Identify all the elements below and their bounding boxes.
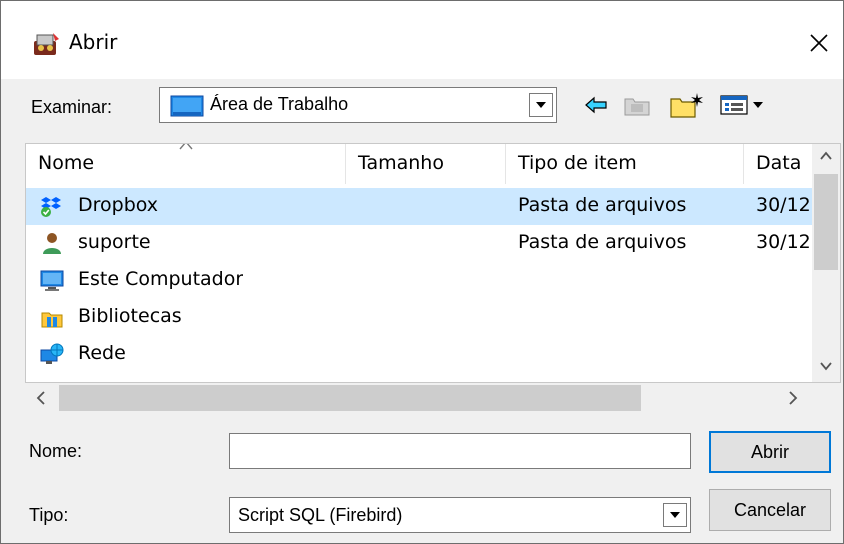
file-type: Pasta de arquivos [518,231,687,253]
desktop-icon [170,95,204,117]
file-name: suporte [78,231,151,253]
network-icon [40,343,64,364]
type-field-label: Tipo: [29,505,69,525]
lookin-combo[interactable]: Área de Trabalho [159,87,557,123]
back-arrow-icon [585,96,607,114]
type-value: Script SQL (Firebird) [238,505,403,525]
list-item-rede[interactable]: Rede [26,336,812,373]
name-input[interactable] [229,433,691,469]
list-item-este-computador[interactable]: Este Computador [26,262,812,299]
open-dialog: Abrir Examinar: Área de Trabalho Nome Ta… [0,0,844,544]
column-header-type[interactable]: Tipo de item [506,144,744,184]
scroll-left-icon[interactable] [33,389,49,407]
column-header-name[interactable]: Nome [26,144,346,184]
list-item-suporte[interactable]: suporte Pasta de arquivos 30/12 [26,225,812,262]
title-bar: Abrir [1,1,843,79]
chevron-down-icon [670,512,680,518]
lookin-label: Examinar: [31,97,113,117]
list-item-bibliotecas[interactable]: Bibliotecas [26,299,812,336]
up-folder-icon [624,98,650,116]
view-menu-icon [720,95,763,115]
close-button[interactable] [799,23,839,63]
file-name: Este Computador [78,268,244,290]
libraries-icon [41,312,63,328]
scroll-up-icon[interactable] [818,148,834,164]
column-header-date[interactable]: Data [744,144,812,184]
file-type: Pasta de arquivos [518,194,687,216]
back-button[interactable] [581,89,611,121]
open-button[interactable]: Abrir [709,431,831,473]
vertical-scroll-thumb[interactable] [814,174,838,270]
sort-ascending-icon [179,144,193,150]
dialog-title: Abrir [69,30,118,54]
lookin-value: Área de Trabalho [210,94,349,114]
scroll-down-icon[interactable] [818,358,834,374]
vertical-scrollbar[interactable] [812,144,840,382]
file-date: 30/12 [756,194,811,216]
name-field-label: Nome: [29,441,83,461]
cancel-button[interactable]: Cancelar [709,489,831,531]
new-folder-button[interactable] [667,89,707,121]
app-icon [34,33,59,55]
list-item-dropbox[interactable]: Dropbox Pasta de arquivos 30/12 [26,188,812,225]
dropbox-icon [41,197,61,217]
horizontal-scroll-thumb[interactable] [59,385,641,411]
close-icon [810,34,828,52]
up-folder-button[interactable] [621,89,653,121]
file-name: Rede [78,342,126,364]
scroll-right-icon[interactable] [785,389,801,407]
type-combo[interactable]: Script SQL (Firebird) [229,497,691,533]
file-list[interactable]: Nome Tamanho Tipo de item Data Dropbox P… [25,143,841,383]
chevron-down-icon [536,102,546,108]
horizontal-scrollbar[interactable] [25,383,841,413]
lookin-dropdown-button[interactable] [529,93,553,117]
file-name: Bibliotecas [78,305,182,327]
type-dropdown-button[interactable] [663,503,687,527]
column-header-size[interactable]: Tamanho [346,144,506,184]
new-folder-icon [670,93,703,118]
view-menu-button[interactable] [717,89,769,121]
file-date: 30/12 [756,231,811,253]
user-folder-icon [43,233,61,254]
computer-icon [40,270,64,291]
file-name: Dropbox [78,194,159,216]
